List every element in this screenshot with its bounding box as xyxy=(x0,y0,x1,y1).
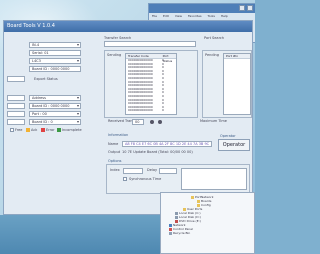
pending-label: Pending xyxy=(205,53,219,57)
board-id-field[interactable]: Board ID : 0000 0000 xyxy=(29,66,81,72)
serial-field[interactable]: Serial: 01 xyxy=(29,50,81,56)
output-value: 10 7E Update Board (Total: 00/00 00 00) xyxy=(122,150,193,154)
legend-incomplete-label: Incomplete xyxy=(62,128,82,132)
maximize-icon[interactable] xyxy=(247,5,253,11)
options-box[interactable] xyxy=(181,168,247,190)
port-value[interactable] xyxy=(7,111,25,117)
board-value[interactable] xyxy=(7,103,25,109)
menu-item[interactable]: View xyxy=(175,14,182,18)
folder-icon xyxy=(191,195,194,199)
name-label: Name xyxy=(108,142,119,146)
information-title: Information xyxy=(108,133,129,137)
legend-free-label: Free xyxy=(15,128,23,132)
legend-error-label: Error xyxy=(46,128,55,132)
minimize-icon[interactable] xyxy=(239,5,245,11)
transfer-row[interactable]: 0000000000000 0 xyxy=(126,109,176,113)
menu-item[interactable]: Help xyxy=(221,14,228,18)
export-status-label: Export Status xyxy=(34,77,58,81)
transfer-group: Sending Transfer Code Port Status 000000… xyxy=(104,50,198,118)
transfer-list[interactable]: Transfer Code Port Status 0000000000000 0… xyxy=(125,53,177,115)
legend-free-checkbox[interactable] xyxy=(10,128,14,132)
background-menubar: File Edit View Favorites Tools Help xyxy=(149,13,255,19)
legend-ack-label: Ack xyxy=(31,128,38,132)
port-list-header: Port #In xyxy=(224,54,250,59)
id-dropdown[interactable]: Board ID : 0 xyxy=(29,119,81,125)
transfer-search-label: Transfer Search xyxy=(104,36,132,40)
address-dropdown[interactable]: Address xyxy=(29,95,81,101)
menu-item[interactable]: Edit xyxy=(163,14,169,18)
col-port-in[interactable]: Port #In xyxy=(224,54,238,58)
app-window: Board Tools V 1.0.4 IN-4 Serial: 01 L4C3… xyxy=(3,20,253,215)
index-field[interactable] xyxy=(123,168,143,174)
port-dropdown[interactable]: Port : 00 xyxy=(29,111,81,117)
received-value[interactable]: 00 xyxy=(132,119,144,125)
maximum-time-label: Maximum Time xyxy=(200,119,227,123)
port-list[interactable]: Port #In xyxy=(223,53,251,115)
tree-item[interactable]: Recycle Bin xyxy=(169,231,190,235)
transfer-search-input[interactable] xyxy=(104,41,196,47)
desktop: File Edit View Favorites Tools Help Boar… xyxy=(0,0,255,254)
menu-item[interactable]: File xyxy=(152,14,157,18)
app-title: Board Tools V 1.0.4 xyxy=(4,21,252,32)
board-dropdown[interactable]: Board ID : 0000 0000 xyxy=(29,103,81,109)
id-value[interactable] xyxy=(7,119,25,125)
delay-label: Delay xyxy=(147,168,158,172)
operator-label: Operator xyxy=(220,134,236,138)
operator-button[interactable]: Operator xyxy=(218,139,250,151)
sending-label: Sending xyxy=(107,53,122,57)
delay-field[interactable] xyxy=(159,168,177,174)
folder-tree[interactable]: PortNetwork Boards Config User Ports Loc… xyxy=(160,192,255,254)
port-search-label: Port Search xyxy=(204,36,225,40)
synchronous-time-checkbox[interactable] xyxy=(123,177,127,181)
model-dropdown[interactable]: L4C3 xyxy=(29,58,81,64)
output-label: Output xyxy=(108,150,121,154)
recycle-bin-icon xyxy=(169,231,172,235)
transfer-rows: 0000000000000 0 0000000000000 0 000000000000… xyxy=(126,58,176,113)
menu-item[interactable]: Tools xyxy=(208,14,215,18)
legend-error-swatch xyxy=(41,128,45,132)
next-icon[interactable] xyxy=(158,120,162,124)
device-dropdown[interactable]: IN-4 xyxy=(29,42,81,48)
prev-icon[interactable] xyxy=(150,120,154,124)
options-group: Index Delay Synchronous Time xyxy=(106,164,250,194)
port-field[interactable] xyxy=(7,76,25,82)
menu-item[interactable]: Favorites xyxy=(188,14,202,18)
name-field[interactable]: A8 F8 C4 E7 6C 0B 4A 2F 8C 1D 2E 44 7A 3… xyxy=(122,141,212,147)
port-status-cell: 0 xyxy=(162,108,164,113)
index-label: Index xyxy=(110,168,120,172)
synchronous-time-label: Synchronous Time xyxy=(129,177,162,181)
port-group: Pending Port #In xyxy=(202,50,252,118)
transfer-code-cell: 0000000000000 xyxy=(128,108,153,113)
address-value[interactable] xyxy=(7,95,25,101)
options-title: Options xyxy=(108,159,122,163)
legend-ack-swatch xyxy=(26,128,30,132)
legend-ok-swatch xyxy=(57,128,61,132)
